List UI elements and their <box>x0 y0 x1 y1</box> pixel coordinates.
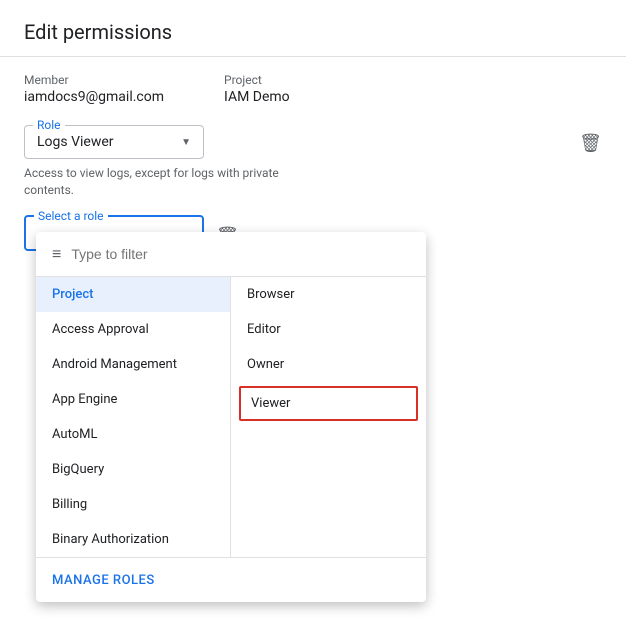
page-title: Edit permissions <box>24 20 602 44</box>
header: Edit permissions <box>0 0 626 57</box>
manage-roles-link[interactable]: MANAGE ROLES <box>52 573 155 588</box>
left-pane: Project Access Approval Android Manageme… <box>36 277 231 557</box>
left-pane-item-bigquery[interactable]: BigQuery <box>36 452 230 487</box>
role-section: Role Logs Viewer ▼ Access to view logs, … <box>24 125 602 199</box>
project-value: IAM Demo <box>224 89 290 105</box>
filter-input[interactable] <box>71 246 410 262</box>
right-pane-item-owner[interactable]: Owner <box>231 347 426 382</box>
delete-role-button[interactable]: 🗑 <box>579 133 602 154</box>
project-label: Project <box>224 73 290 87</box>
left-pane-item-automl[interactable]: AutoML <box>36 417 230 452</box>
right-pane-item-editor[interactable]: Editor <box>231 312 426 347</box>
left-pane-item-app-engine[interactable]: App Engine <box>36 382 230 417</box>
manage-roles-row: MANAGE ROLES <box>36 557 426 602</box>
left-pane-item-billing[interactable]: Billing <box>36 487 230 522</box>
right-pane-item-viewer[interactable]: Viewer <box>239 386 418 421</box>
dropdown-panel: ≡ Project Access Approval Android Manage… <box>36 232 426 602</box>
right-pane: Browser Editor Owner Viewer <box>231 277 426 557</box>
member-label: Member <box>24 73 164 87</box>
left-pane-item-android-management[interactable]: Android Management <box>36 347 230 382</box>
left-pane-item-binary-authorization[interactable]: Binary Authorization <box>36 522 230 557</box>
member-field: Member iamdocs9@gmail.com <box>24 73 164 105</box>
role-row: Role Logs Viewer ▼ Access to view logs, … <box>24 125 602 199</box>
role-dropdown-value: Logs Viewer <box>37 134 114 150</box>
member-project-row: Member iamdocs9@gmail.com Project IAM De… <box>24 73 602 105</box>
filter-row: ≡ <box>36 232 426 277</box>
role-dropdown[interactable]: Role Logs Viewer ▼ <box>24 125 204 159</box>
dropdown-arrow-icon: ▼ <box>181 137 191 148</box>
left-pane-item-access-approval[interactable]: Access Approval <box>36 312 230 347</box>
right-pane-item-browser[interactable]: Browser <box>231 277 426 312</box>
filter-icon: ≡ <box>52 244 61 264</box>
select-role-label: Select a role <box>34 209 108 223</box>
role-description: Access to view logs, except for logs wit… <box>24 165 284 199</box>
left-pane-item-project[interactable]: Project <box>36 277 230 312</box>
project-field: Project IAM Demo <box>224 73 290 105</box>
page: Edit permissions Member iamdocs9@gmail.c… <box>0 0 626 626</box>
role-dropdown-label: Role <box>33 118 65 132</box>
member-value: iamdocs9@gmail.com <box>24 89 164 105</box>
dropdown-body: Project Access Approval Android Manageme… <box>36 277 426 557</box>
